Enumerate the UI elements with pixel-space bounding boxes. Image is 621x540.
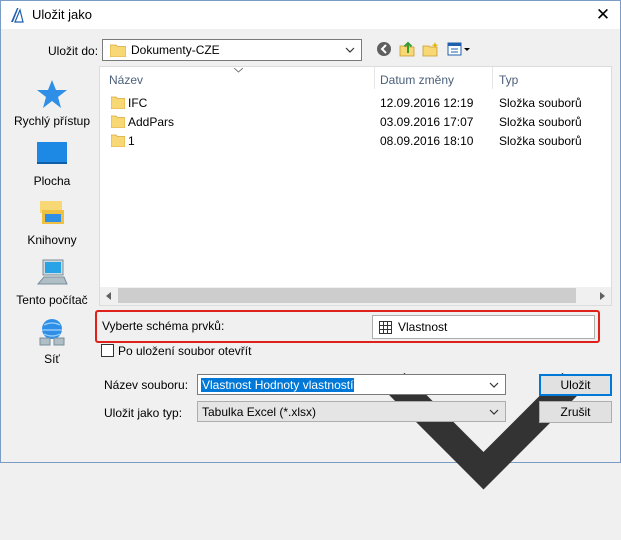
place-label: Síť [44, 352, 60, 366]
chevron-down-icon [345, 47, 355, 53]
new-folder-icon[interactable] [422, 41, 440, 57]
column-separator[interactable] [374, 67, 375, 89]
save-in-value: Dokumenty-CZE [131, 43, 220, 57]
table-row[interactable]: AddPars 03.09.2016 17:07 Složka souborů [100, 113, 611, 132]
network-icon [39, 319, 65, 346]
folder-icon [110, 44, 126, 57]
file-type: Složka souborů [499, 96, 582, 110]
filename-value: Vlastnost Hodnoty vlastností [201, 378, 355, 392]
cancel-button[interactable]: Zrušit [539, 401, 612, 423]
save-as-dialog: Uložit jako ✕ Uložit do: Dokumenty-CZE R… [0, 0, 621, 490]
folder-icon [111, 115, 125, 128]
scheme-dropdown[interactable]: Vlastnost [372, 315, 595, 490]
column-separator[interactable] [492, 67, 493, 89]
up-folder-icon[interactable] [399, 41, 417, 57]
file-list[interactable]: Název Datum změny Typ IFC 12.09.2016 12:… [99, 66, 612, 306]
close-icon: ✕ [595, 5, 611, 24]
place-libraries[interactable]: Knihovny [8, 197, 96, 247]
table-row[interactable]: IFC 12.09.2016 12:19 Složka souborů [100, 94, 611, 113]
column-header-type[interactable]: Typ [499, 73, 518, 87]
places-bar: Rychlý přístup Plocha Knihovny Tento poč… [8, 66, 96, 372]
place-label: Tento počítač [16, 293, 88, 307]
place-desktop[interactable]: Plocha [8, 138, 96, 188]
filename-input[interactable]: Vlastnost Hodnoty vlastností [197, 374, 506, 395]
folder-icon [111, 134, 125, 147]
place-network[interactable]: Síť [8, 316, 96, 366]
place-label: Plocha [33, 174, 71, 188]
view-menu-icon[interactable] [447, 41, 473, 57]
close-button[interactable]: ✕ [588, 1, 618, 29]
scrollbar-thumb[interactable] [118, 288, 576, 303]
back-icon[interactable] [376, 41, 394, 57]
scheme-value: Vlastnost [398, 320, 448, 334]
place-quick-access[interactable]: Rychlý přístup [8, 78, 96, 128]
file-name: IFC [128, 96, 148, 110]
file-date: 08.09.2016 18:10 [380, 134, 474, 148]
save-in-dropdown[interactable]: Dokumenty-CZE [102, 39, 362, 61]
save-button[interactable]: Uložit [539, 374, 612, 396]
table-grid-icon [379, 321, 392, 334]
scroll-left-icon[interactable] [106, 292, 111, 300]
window-title: Uložit jako [32, 7, 92, 22]
filetype-label: Uložit jako typ: [104, 406, 183, 420]
open-after-save-label[interactable]: Po uložení soubor otevřít [118, 344, 251, 358]
file-name: AddPars [128, 115, 175, 129]
chevron-down-icon [489, 409, 499, 415]
chevron-down-icon [385, 372, 582, 490]
desktop-icon [37, 142, 67, 164]
table-row[interactable]: 1 08.09.2016 18:10 Složka souborů [100, 132, 611, 151]
file-name: 1 [128, 134, 135, 148]
open-after-save-checkbox[interactable] [101, 344, 114, 357]
file-type: Složka souborů [499, 134, 582, 148]
place-this-pc[interactable]: Tento počítač [8, 257, 96, 307]
folder-icon [111, 96, 125, 109]
title-bar: Uložit jako ✕ [1, 1, 620, 29]
chevron-down-icon[interactable] [489, 380, 499, 390]
libraries-icon [40, 201, 64, 224]
app-logo-icon [11, 8, 24, 23]
scroll-right-icon[interactable] [600, 292, 605, 300]
file-date: 03.09.2016 17:07 [380, 115, 474, 129]
place-label: Rychlý přístup [13, 114, 91, 128]
filetype-dropdown[interactable]: Tabulka Excel (*.xlsx) [197, 401, 506, 422]
horizontal-scrollbar[interactable] [100, 287, 611, 305]
save-in-label: Uložit do: [48, 44, 99, 58]
filename-label: Název souboru: [104, 378, 189, 392]
sort-indicator-icon [234, 68, 243, 73]
place-label: Knihovny [27, 233, 77, 247]
scheme-label: Vyberte schéma prvků: [102, 319, 225, 333]
computer-icon [36, 259, 68, 285]
file-date: 12.09.2016 12:19 [380, 96, 474, 110]
column-header-date[interactable]: Datum změny [380, 73, 454, 87]
star-icon [37, 80, 67, 108]
filetype-value: Tabulka Excel (*.xlsx) [202, 405, 317, 419]
file-type: Složka souborů [499, 115, 582, 129]
column-header-name[interactable]: Název [109, 73, 143, 87]
